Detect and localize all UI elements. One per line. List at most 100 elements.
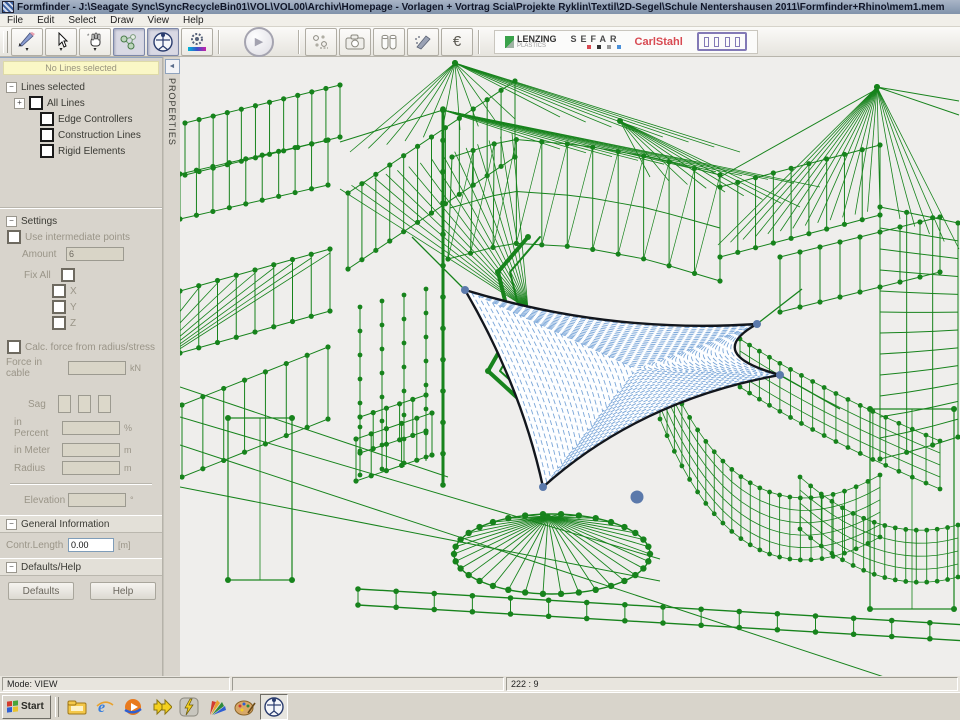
sag-label: Sag [28,399,54,410]
selection-status: No Lines selected [3,61,159,75]
snapshot-button[interactable] [339,28,371,56]
select-tool-button[interactable]: ▾ [45,28,77,56]
media-player-icon [123,697,143,717]
lines-selected-header[interactable]: − Lines selected [0,79,162,95]
formfinder-man-button[interactable] [147,28,179,56]
defaults-button[interactable]: Defaults [8,582,74,600]
molecule-icon [118,32,140,52]
taskbar-formfinder[interactable] [260,694,288,720]
wireframe-scene [180,57,960,676]
model-viewport[interactable] [180,57,960,676]
taskbar: Start e [0,692,960,720]
relaxation-tool-button[interactable] [113,28,145,56]
menu-file[interactable]: File [0,15,30,26]
general-information-header[interactable]: − General Information [0,515,162,533]
toolbar-grip[interactable] [3,31,8,53]
quicklaunch-sync-tool[interactable] [148,695,174,719]
quicklaunch-paint[interactable] [232,695,258,719]
fix-all-label: Fix All [24,270,51,281]
airbrush-icon [413,33,433,51]
rigid-elements-checkbox[interactable] [40,144,54,158]
tree-item-construction-lines[interactable]: Construction Lines [0,127,162,143]
internet-explorer-icon: e [95,697,115,717]
window-title: Formfinder - J:\Seagate Sync\SyncRecycle… [17,2,945,13]
run-formfinding-button[interactable]: ▶ [244,27,274,57]
calc-force-row: Calc. force from radius/stress [0,339,162,355]
quicklaunch-media-player[interactable] [120,695,146,719]
sefar-logo: SEFAR [571,34,621,49]
materials-button[interactable] [373,28,405,56]
toolbar-separator [298,30,300,54]
defaults-help-header[interactable]: − Defaults/Help [0,558,162,576]
start-button[interactable]: Start [2,695,51,719]
tree-item-rigid-elements[interactable]: Rigid Elements [0,143,162,159]
sponsor-logo-bar: LENZINGPLASTICS SEFAR CarlStahl [494,30,758,54]
quicklaunch-internet-explorer[interactable]: e [92,695,118,719]
status-cell-empty [232,677,504,691]
vitruvian-man-icon [152,31,174,53]
settings-header[interactable]: − Settings [0,213,162,229]
elevation-label: Elevation [24,495,64,506]
analysis-settings-button[interactable] [181,28,213,56]
points-display-button[interactable] [305,28,337,56]
use-intermediate-points-row: Use intermediate points [0,229,162,245]
mode-indicator: Mode: VIEW [2,677,230,691]
menu-draw[interactable]: Draw [103,15,140,26]
expand-icon[interactable]: + [14,98,25,109]
collapse-icon[interactable]: − [6,216,17,227]
lightning-icon [179,697,199,717]
collapse-icon[interactable]: − [6,562,17,573]
collapse-icon[interactable]: − [6,519,17,530]
properties-panel: No Lines selected − Lines selected + All… [0,57,163,676]
collapse-panel-button[interactable]: ◄ [165,59,180,74]
construction-lines-checkbox[interactable] [40,128,54,142]
cost-button[interactable]: € [441,28,473,56]
elevation-input [68,493,126,507]
vitruvian-man-icon [263,696,285,718]
camera-icon [344,33,366,51]
app-icon [2,1,14,13]
quicklaunch-color-tool[interactable] [204,695,230,719]
menu-help[interactable]: Help [176,15,211,26]
tree-item-all-lines[interactable]: + All Lines [0,95,162,111]
pencil-icon [17,32,37,48]
tree-item-edge-controllers[interactable]: Edge Controllers [0,111,162,127]
menu-select[interactable]: Select [61,15,103,26]
cursor-icon [51,32,71,48]
menu-bar: File Edit Select Draw View Help [0,14,960,27]
dropdown-arrow-icon[interactable]: ▾ [59,48,62,52]
use-intermediate-checkbox [7,230,21,244]
radius-input [62,461,120,475]
windows-logo-icon [7,700,18,712]
fabric-rolls-icon [379,33,399,51]
carlstahl-logo: CarlStahl [635,36,683,48]
pan-tool-button[interactable]: * ▾ [79,28,111,56]
menu-view[interactable]: View [141,15,177,26]
fix-z-checkbox [52,316,66,330]
dropdown-arrow-icon[interactable]: ▾ [25,48,28,52]
title-bar: Formfinder - J:\Seagate Sync\SyncRecycle… [0,0,960,14]
fix-z-row: Z [0,315,162,331]
contr-length-input[interactable] [68,538,114,552]
draw-tool-button[interactable]: ▾ [11,28,43,56]
properties-tab-label[interactable]: PROPERTIES [167,78,177,146]
fix-y-row: Y [0,299,162,315]
properties-tab-strip: ◄ PROPERTIES [163,57,180,676]
sag-percent-input [62,421,120,435]
toolbar-separator [478,30,480,54]
airbrush-button[interactable] [407,28,439,56]
collapse-icon[interactable]: − [6,82,17,93]
menu-edit[interactable]: Edit [30,15,61,26]
radius-label: Radius [14,463,58,474]
quicklaunch-folder[interactable] [64,695,90,719]
all-lines-checkbox[interactable] [29,96,43,110]
fix-all-row: Fix All [0,267,162,283]
in-meter-label: in Meter [14,445,58,456]
quicklaunch-winamp[interactable] [176,695,202,719]
dropdown-arrow-icon[interactable]: ▾ [93,48,96,52]
edge-controllers-checkbox[interactable] [40,112,54,126]
coordinate-indicator: 222 : 9 [506,677,958,691]
yellow-arrows-icon [150,698,172,716]
lenzing-icon [505,36,514,48]
help-button[interactable]: Help [90,582,156,600]
